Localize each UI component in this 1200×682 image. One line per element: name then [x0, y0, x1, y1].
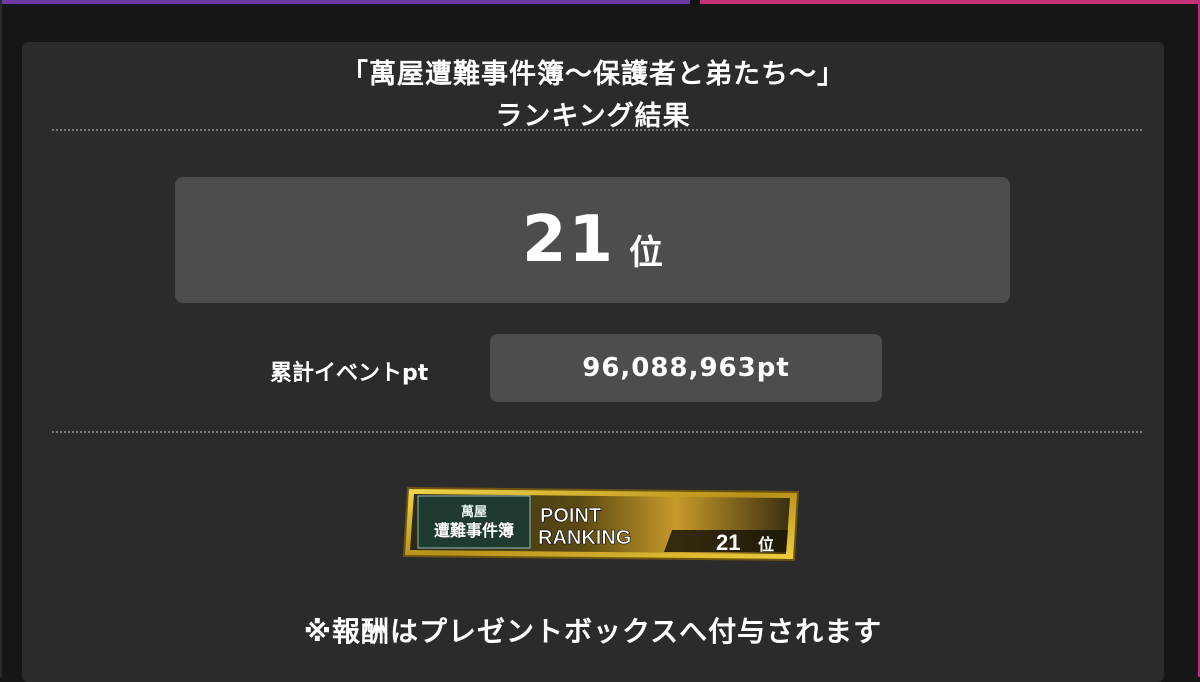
- divider-bottom: [52, 431, 1142, 433]
- ranking-result-panel: 「萬屋遭難事件簿～保護者と弟たち～」 ランキング結果 21 位 累計イベントpt…: [22, 42, 1164, 682]
- top-edge-left: [0, 0, 690, 4]
- left-edge: [0, 0, 2, 677]
- points-box: 96,088,963pt: [490, 334, 882, 402]
- banner-rank-unit: 位: [758, 535, 774, 554]
- banner-ranking-text: RANKING: [538, 527, 631, 549]
- event-title: 「萬屋遭難事件簿～保護者と弟たち～」: [341, 59, 845, 90]
- rank-unit: 位: [629, 232, 664, 273]
- top-edge: [0, 0, 1200, 4]
- banner-logo-line2: 遭難事件簿: [434, 521, 514, 540]
- banner-point-text: POINT: [540, 505, 601, 527]
- points-value: 96,088,963pt: [582, 353, 790, 383]
- banner-rank-number: 21: [716, 530, 740, 555]
- rank-box: 21 位: [175, 177, 1010, 303]
- rank-number: 21: [521, 203, 616, 277]
- reward-note: ※報酬はプレゼントボックスへ付与されます: [303, 615, 883, 648]
- banner-logo: 萬屋 遭難事件簿: [417, 495, 531, 549]
- points-label: 累計イベントpt: [270, 361, 429, 386]
- point-ranking-banner: 萬屋 遭難事件簿 POINT RANKING 21 位: [402, 486, 800, 562]
- top-edge-right: [700, 0, 1200, 4]
- divider-top: [52, 129, 1142, 131]
- ranking-result-heading: ランキング結果: [495, 101, 691, 132]
- banner-logo-line1: 萬屋: [461, 504, 487, 520]
